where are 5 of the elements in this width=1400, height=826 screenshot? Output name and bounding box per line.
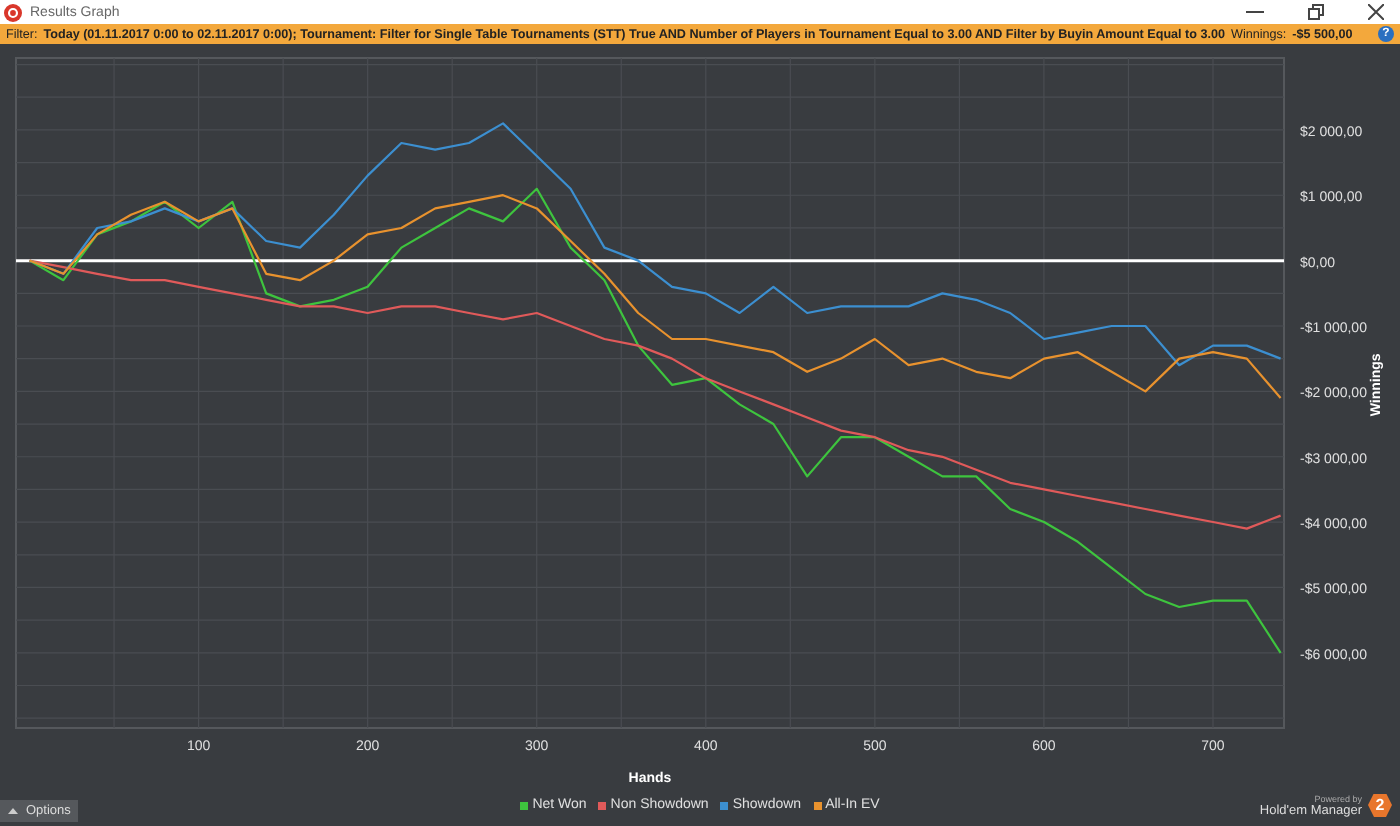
brand-badge: 2 — [1368, 793, 1392, 817]
caret-up-icon — [8, 808, 18, 814]
restore-icon[interactable] — [1308, 4, 1324, 20]
close-icon[interactable] — [1368, 4, 1384, 20]
minimize-icon[interactable] — [1246, 10, 1264, 14]
